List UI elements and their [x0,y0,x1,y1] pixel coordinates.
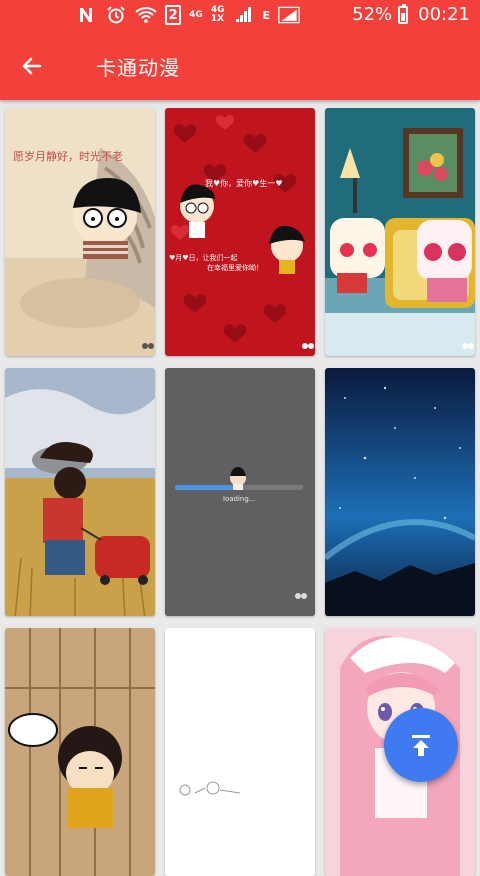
wallpaper-thumbnail [165,628,315,876]
wallpaper-thumbnail [325,108,475,356]
wallpaper-tile[interactable]: 愿岁月静好，时光不老 [5,108,155,356]
clock: 00:21 [418,4,470,25]
tile-caption: 我♥你，爱你♥生一♥ [205,178,283,188]
sim-badge: 2 [168,7,178,23]
back-button[interactable] [12,46,52,86]
page-title: 卡通动漫 [96,56,180,80]
tile-caption: 在幸福里爱你呦！ [207,263,263,272]
wallpaper-thumbnail [325,368,475,616]
wallpaper-tile[interactable] [325,368,475,616]
scroll-to-top-button[interactable] [384,708,458,782]
wallpaper-thumbnail [5,368,155,616]
network-4g-label: 4G [189,9,203,20]
network-e-label: E [262,8,270,22]
wallpaper-grid: 愿岁月静好，时光不老 我♥你，爱你♥生一♥ ♥月♥日，让我们一起 在幸福里爱你呦… [0,100,480,876]
wallpaper-tile[interactable] [5,628,155,876]
status-bar: 2 4G 4G 1X E 52% 00:21 [0,0,480,32]
app-bar: 卡通动漫 [0,32,480,100]
tile-caption: ♥月♥日，让我们一起 [169,253,238,262]
loading-placeholder: loading... [165,368,315,616]
wallpaper-tile[interactable] [5,368,155,616]
network-1x-label: 1X [210,14,225,24]
wallpaper-tile[interactable]: 我♥你，爱你♥生一♥ ♥月♥日，让我们一起 在幸福里爱你呦！ [165,108,315,356]
signal-bars-icon [232,4,254,26]
arrow-left-icon [22,57,42,75]
wallpaper-thumbnail [5,628,155,876]
sim-card-icon: 2 [165,5,182,25]
wallpaper-tile-loading[interactable]: loading... [165,368,315,616]
wallpaper-tile[interactable] [325,108,475,356]
alarm-icon [105,4,127,26]
loading-text: loading... [223,495,255,503]
signal-bars-icon [278,4,300,26]
wallpaper-thumbnail: 愿岁月静好，时光不老 [5,108,155,356]
wallpaper-thumbnail: 我♥你，爱你♥生一♥ ♥月♥日，让我们一起 在幸福里爱你呦！ [165,108,315,356]
battery-icon [398,3,409,24]
status-icons: 2 4G 4G 1X E [75,4,300,26]
nfc-icon [75,4,97,26]
scroll-to-top-icon [412,735,430,756]
tile-caption: 愿岁月静好，时光不老 [13,149,123,163]
network-type-secondary: 4G 1X [211,6,225,24]
battery-percent: 52% [352,4,393,25]
wallpaper-tile[interactable] [165,628,315,876]
status-right: 52% 00:21 [352,3,470,25]
wifi-icon [135,4,157,26]
network-type-primary: 4G [189,9,203,20]
